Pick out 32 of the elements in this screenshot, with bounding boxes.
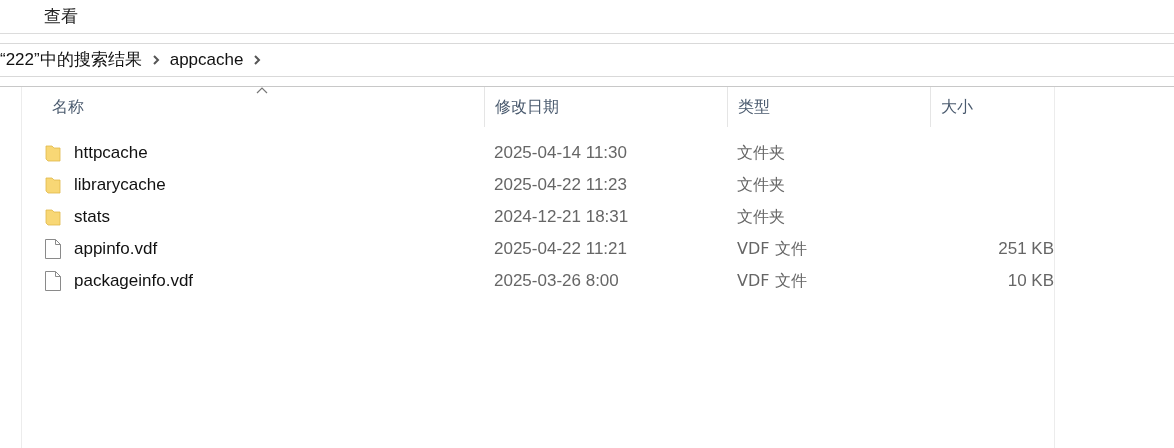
menu-item[interactable]: 查看 (44, 3, 78, 30)
type-cell-text: 文件夹 (736, 174, 786, 196)
folder-icon (45, 144, 61, 162)
date-cell-text: 2025-04-22 11:21 (493, 238, 628, 261)
column-header[interactable]: 修改日期 (484, 87, 727, 127)
column-header[interactable]: 大小 (930, 87, 1054, 127)
file-icon (44, 238, 62, 260)
chevron-right-icon (151, 55, 160, 65)
file-icon (44, 270, 62, 292)
breadcrumb-item[interactable]: “222”中的搜索结果 (0, 47, 142, 73)
type-cell-text: VDF 文件 (736, 238, 808, 260)
date-cell-text: 2025-04-22 11:23 (493, 174, 628, 197)
date-cell-text: 2024-12-21 18:31 (493, 206, 630, 229)
file-name[interactable]: packageinfo.vdf (66, 268, 194, 294)
date-cell-text: 2025-04-14 11:30 (493, 142, 628, 165)
folder-icon (45, 208, 61, 226)
file-name[interactable]: appinfo.vdf (66, 236, 158, 262)
breadcrumb-item[interactable]: appcache (169, 47, 244, 73)
type-cell-text: 文件夹 (736, 142, 786, 164)
column-header[interactable]: 名称 (40, 87, 484, 127)
date-cell-text: 2025-03-26 8:00 (493, 270, 620, 293)
sort-up-icon (256, 87, 268, 94)
size-cell-text: 251 KB (998, 238, 1054, 261)
file-name[interactable]: httpcache (66, 140, 148, 166)
type-cell-text: 文件夹 (736, 206, 786, 228)
size-cell-text: 10 KB (1007, 270, 1054, 293)
column-header[interactable]: 类型 (727, 87, 930, 127)
file-name[interactable]: stats (66, 204, 110, 230)
chevron-right-icon (253, 55, 262, 65)
folder-icon (45, 176, 61, 194)
file-name[interactable]: librarycache (66, 172, 166, 198)
type-cell-text: VDF 文件 (736, 270, 808, 292)
